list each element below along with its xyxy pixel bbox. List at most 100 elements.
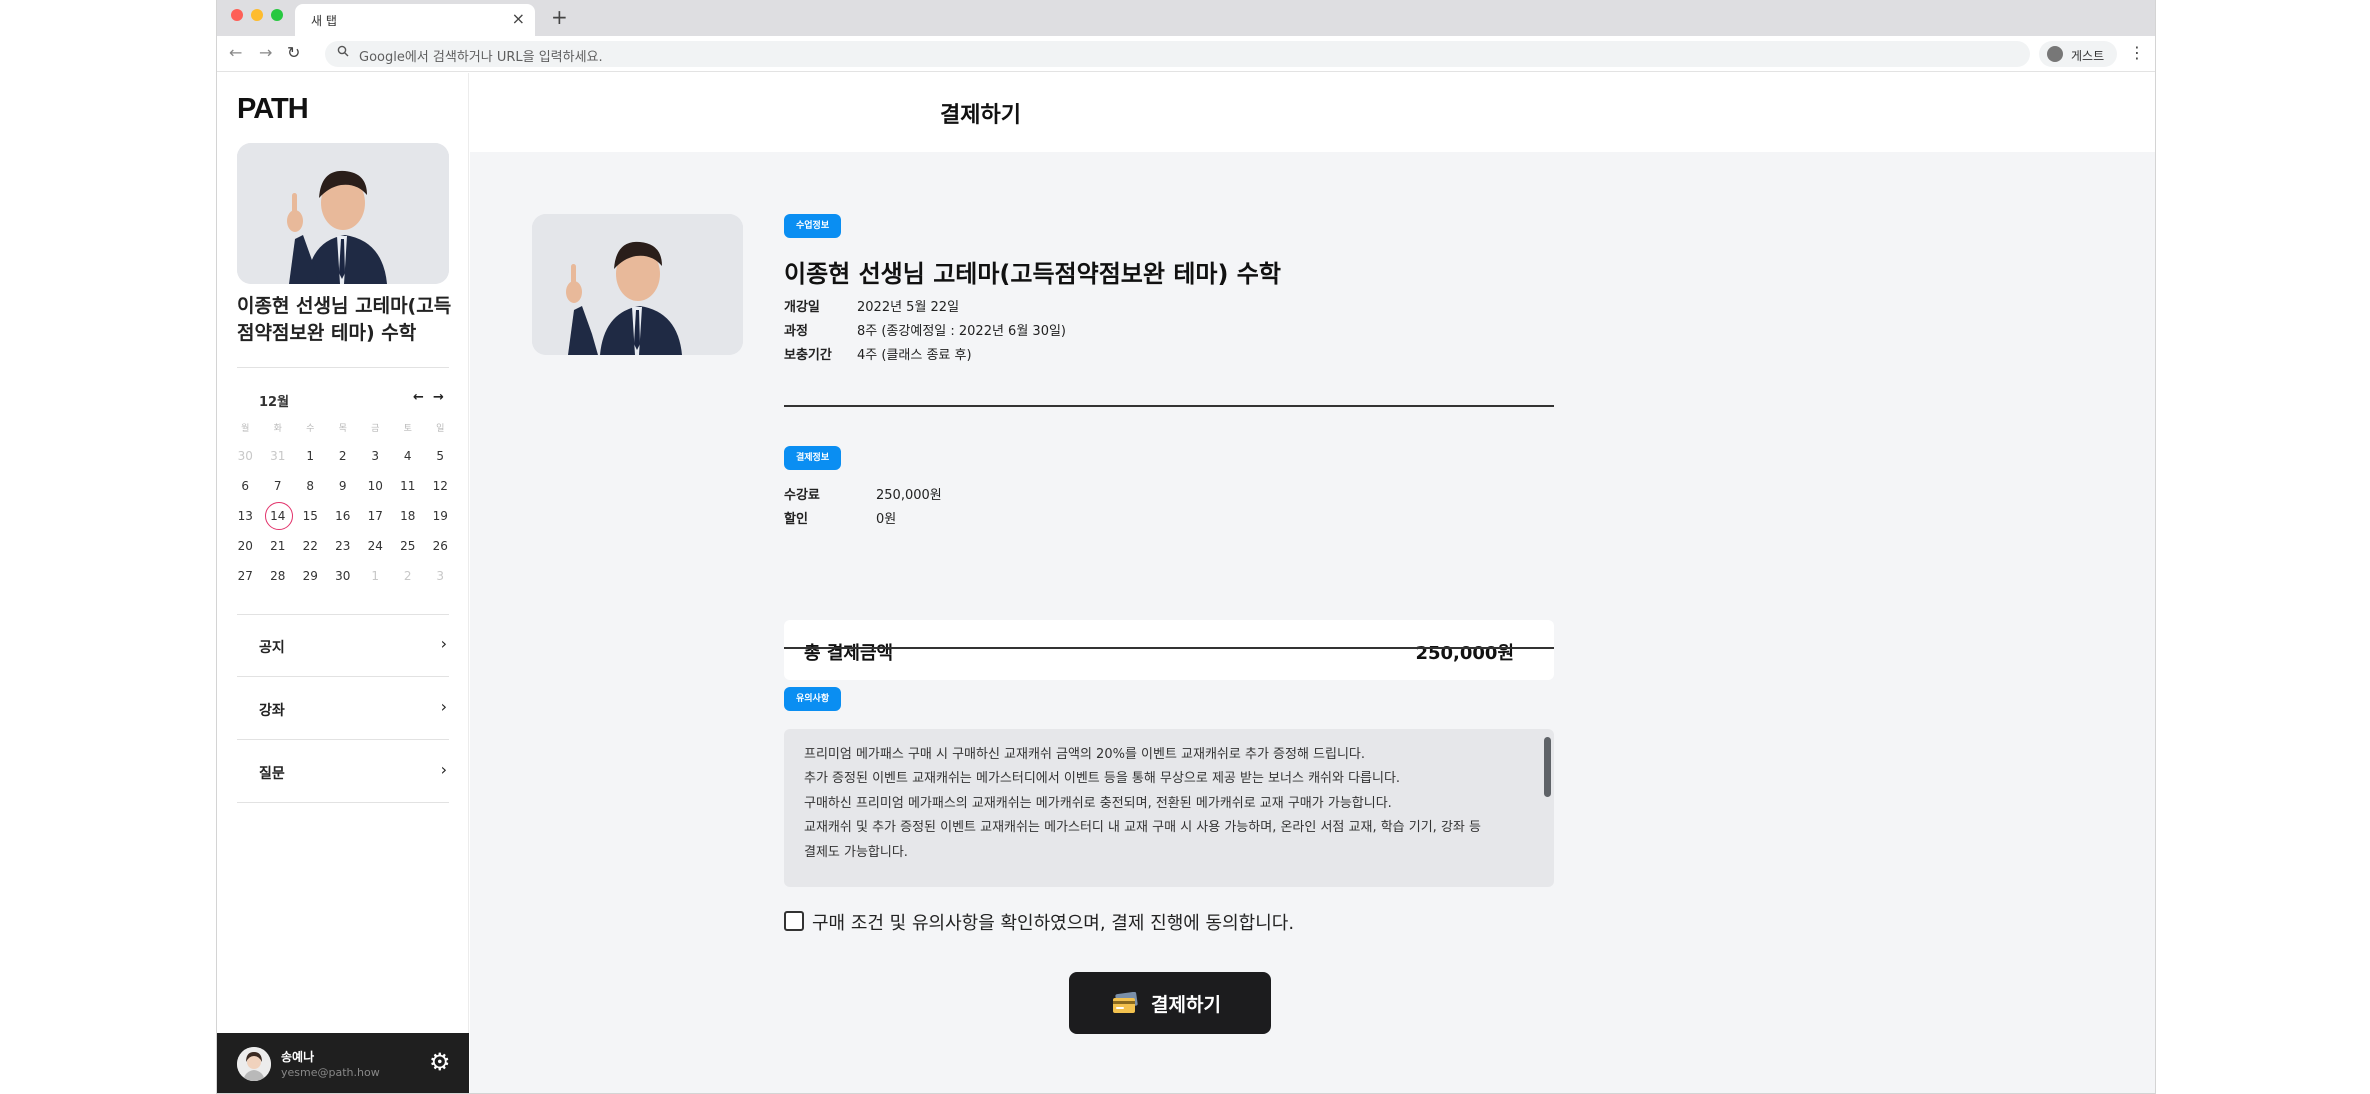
calendar-day[interactable]: 13 [229,501,262,531]
calendar-week: 20 21 22 23 24 25 26 [229,531,457,561]
calendar-day[interactable]: 8 [294,471,327,501]
calendar-day[interactable]: 24 [359,531,392,561]
new-tab-button[interactable]: + [551,5,568,29]
tab-strip: 새 탭 × + [217,0,2155,36]
notice-line: 결제도 가능합니다. [804,844,908,860]
calendar-day[interactable]: 15 [294,501,327,531]
back-arrow-icon[interactable]: ← [229,42,242,64]
calendar-week: 30 31 1 2 3 4 5 [229,441,457,471]
sidebar-item-label: 공지 [259,640,285,656]
notice-text: 프리미엄 메가패스 구매 시 구매하신 교재캐쉬 금액의 20%를 이벤트 교재… [804,743,1534,865]
calendar-day[interactable]: 20 [229,531,262,561]
forward-arrow-icon[interactable]: → [259,42,272,64]
calendar-day[interactable]: 30 [229,441,262,471]
browser-toolbar: ← → ↻ Google에서 검색하거나 URL을 입력하세요. 게스트 ⋮ [217,36,2155,72]
notice-line: 프리미엄 메가패스 구매 시 구매하신 교재캐쉬 금액의 20%를 이벤트 교재… [804,747,1366,762]
sidebar-item-notice[interactable]: 공지 › [237,615,449,677]
calendar-day[interactable]: 2 [327,441,360,471]
notice-line: 구매하신 프리미엄 메가패스의 교재캐쉬는 메가캐쉬로 충전되며, 전환된 메가… [804,795,1392,811]
sidebar-item-lectures[interactable]: 강좌 › [237,678,449,740]
notice-line: 추가 증정된 이벤트 교재캐쉬는 메가스터디에서 이벤트 등을 통해 무상으로 … [804,771,1401,787]
calendar-month: 12월 [259,395,290,410]
info-label: 수강료 [784,488,820,503]
calendar-day[interactable]: 3 [359,441,392,471]
weekday-label: 수 [306,424,315,434]
calendar-week: 6 7 8 9 10 11 12 [229,471,457,501]
calendar-day[interactable]: 2 [392,561,425,591]
maximize-window-button[interactable] [271,9,283,21]
calendar-day-today[interactable]: 14 [262,501,295,531]
payment-info-badge: 결제정보 [784,446,842,470]
calendar-day[interactable]: 31 [262,441,295,471]
calendar-day[interactable]: 12 [424,471,457,501]
calendar-day[interactable]: 10 [359,471,392,501]
credit-card-icon [1111,991,1139,1014]
notice-badge: 유의사항 [784,687,842,711]
browser-window: 새 탭 × + ← → ↻ Google에서 검색하거나 URL을 입력하세요.… [216,0,2156,1094]
calendar-day[interactable]: 29 [294,561,327,591]
calendar-day[interactable]: 11 [392,471,425,501]
total-label: 총 결제금액 [804,643,894,664]
calendar-day[interactable]: 6 [229,471,262,501]
minimize-window-button[interactable] [251,9,263,21]
calendar-day[interactable]: 19 [424,501,457,531]
logo[interactable]: PATH [237,93,309,126]
chevron-right-icon: › [440,634,447,653]
calendar-day[interactable]: 5 [424,441,457,471]
sidebar-item-label: 강좌 [259,703,285,719]
browser-tab[interactable]: 새 탭 × [295,4,535,36]
calendar-day[interactable]: 4 [392,441,425,471]
tab-title: 새 탭 [311,14,337,28]
calendar-day[interactable]: 9 [327,471,360,501]
user-name: 송예나 [281,1050,315,1064]
sidebar: PATH 이종현 선생님 고테마(고득점약점보완 테마) 수학 12월 ← → … [217,73,469,1093]
prev-month-arrow-icon[interactable]: ← [413,390,424,405]
calendar-day[interactable]: 1 [294,441,327,471]
agree-checkbox[interactable] [784,911,804,931]
info-label: 과정 [784,324,808,339]
calendar-day[interactable]: 16 [327,501,360,531]
sidebar-item-questions[interactable]: 질문 › [237,741,449,803]
calendar-day[interactable]: 28 [262,561,295,591]
calendar-day[interactable]: 17 [359,501,392,531]
next-month-arrow-icon[interactable]: → [433,390,444,405]
sidebar-divider [237,367,449,368]
sidebar-item-label: 질문 [259,766,285,782]
chevron-right-icon: › [440,697,447,716]
calendar-day[interactable]: 7 [262,471,295,501]
weekday-label: 월 [241,424,250,434]
close-window-button[interactable] [231,9,243,21]
weekday-label: 금 [371,424,380,434]
main-header: 결제하기 [470,73,2155,152]
profile-label: 게스트 [2071,49,2105,63]
more-menu-icon[interactable]: ⋮ [2129,42,2145,64]
calendar-day[interactable]: 21 [262,531,295,561]
calendar-day[interactable]: 25 [392,531,425,561]
calendar-day[interactable]: 1 [359,561,392,591]
class-thumbnail [532,214,743,355]
calendar-day[interactable]: 27 [229,561,262,591]
tab-close-icon[interactable]: × [512,9,525,29]
course-title: 이종현 선생님 고테마(고득점약점보완 테마) 수학 [237,295,452,344]
agree-label[interactable]: 구매 조건 및 유의사항을 확인하였으며, 결제 진행에 동의합니다. [812,909,1294,935]
avatar[interactable] [237,1047,271,1081]
reload-icon[interactable]: ↻ [287,42,300,64]
address-bar[interactable]: Google에서 검색하거나 URL을 입력하세요. [325,41,2030,67]
info-value: 4주 (클래스 종료 후) [857,348,972,363]
class-info-badge: 수업정보 [784,214,842,238]
calendar-day[interactable]: 18 [392,501,425,531]
calendar-day[interactable]: 22 [294,531,327,561]
course-thumbnail [237,143,449,284]
pay-button[interactable]: 결제하기 [1069,972,1271,1034]
profile-button[interactable]: 게스트 [2039,41,2117,67]
calendar-weekday-row: 월 화 수 목 금 토 일 [229,423,457,441]
calendar-day[interactable]: 3 [424,561,457,591]
calendar-day[interactable]: 26 [424,531,457,561]
gear-icon[interactable]: ⚙ [429,1047,451,1077]
info-value: 250,000원 [876,488,942,503]
calendar-week: 27 28 29 30 1 2 3 [229,561,457,591]
notice-scrollbar[interactable] [1544,737,1551,797]
user-bar: 송예나 yesme@path.how ⚙ [217,1033,469,1093]
calendar-day[interactable]: 23 [327,531,360,561]
calendar-day[interactable]: 30 [327,561,360,591]
